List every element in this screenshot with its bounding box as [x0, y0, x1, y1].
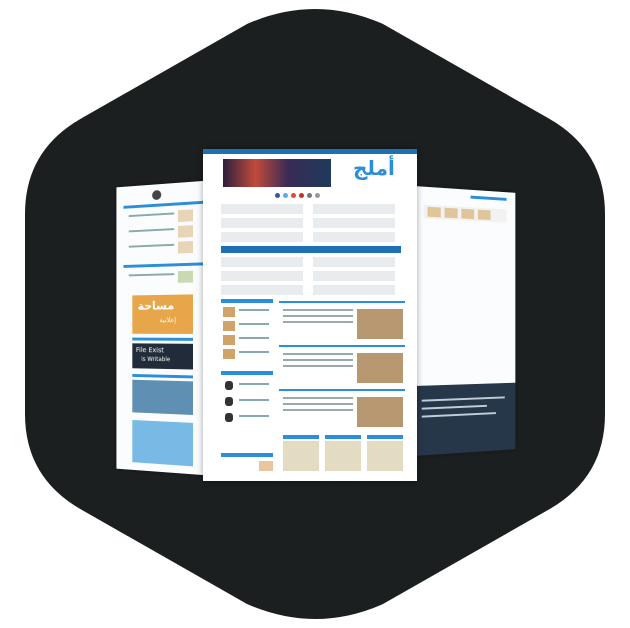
- card-photo[interactable]: [283, 441, 319, 471]
- file-exist-banner[interactable]: File Exist is Writable: [132, 343, 193, 370]
- front-page-mockup: أملج: [203, 149, 417, 481]
- user-icon: [225, 413, 233, 422]
- header-photo: [223, 159, 331, 187]
- dark-footer: [414, 382, 516, 456]
- card-photo[interactable]: [325, 441, 361, 471]
- social-icons-row[interactable]: [275, 193, 335, 198]
- space-ad-title: مساحة: [137, 298, 175, 313]
- amlaj-side-banner: [132, 419, 193, 467]
- article-photo[interactable]: [357, 309, 403, 339]
- right-page-mockup: [414, 186, 516, 456]
- article-photo[interactable]: [357, 353, 403, 383]
- user-icon: [225, 397, 233, 406]
- side-photo: [132, 379, 193, 415]
- article-photo[interactable]: [357, 397, 403, 427]
- card-photo[interactable]: [367, 441, 403, 471]
- is-writable-text: is Writable: [141, 355, 171, 364]
- space-ad-banner[interactable]: مساحة إعلانية: [132, 294, 193, 334]
- left-page-mockup: مساحة إعلانية File Exist is Writable: [116, 180, 216, 476]
- user-icon: [225, 381, 233, 390]
- site-logo[interactable]: أملج: [353, 155, 395, 181]
- main-menu-bar[interactable]: [221, 246, 401, 253]
- top-nav-strip[interactable]: [203, 149, 417, 154]
- file-exist-text: File Exist: [135, 346, 164, 355]
- user-avatar-icon: [152, 189, 162, 201]
- space-ad-subtitle: إعلانية: [159, 316, 177, 325]
